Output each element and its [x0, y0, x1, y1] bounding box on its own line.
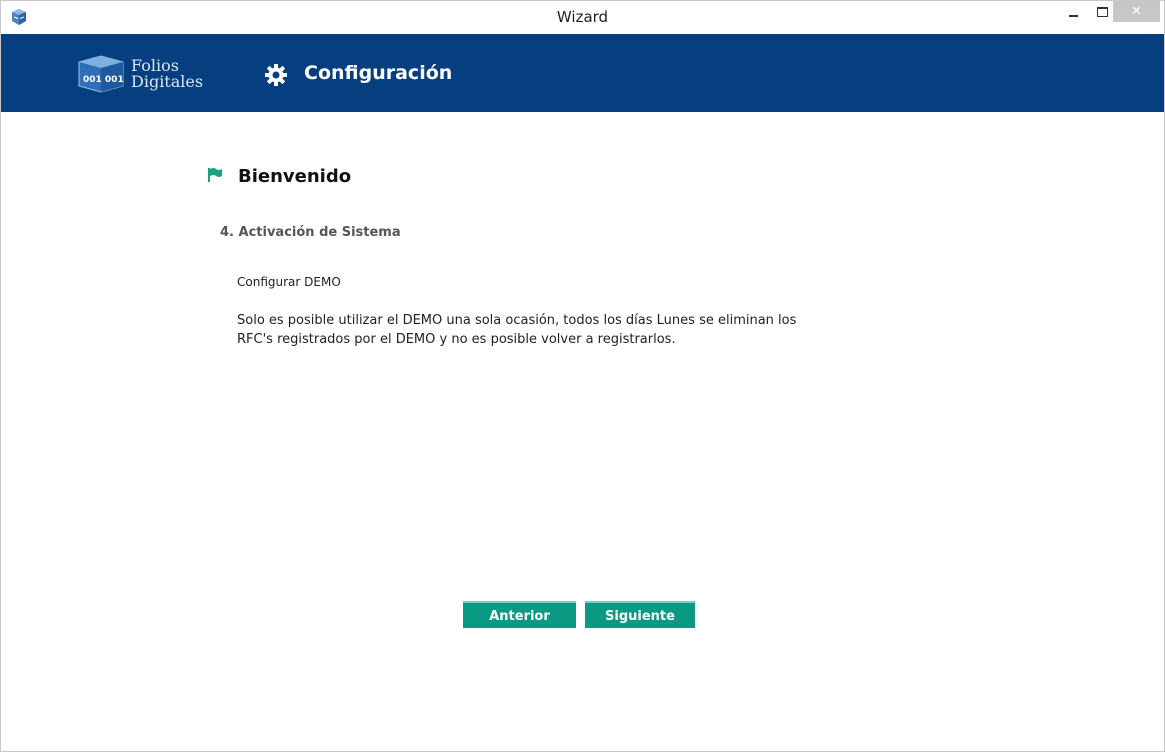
flag-icon — [207, 167, 223, 183]
logo-box-icon: 001 001 — [75, 54, 127, 94]
maximize-button[interactable] — [1089, 1, 1115, 22]
welcome-title: Bienvenido — [238, 166, 352, 187]
header-bar: 001 001 Folios Digitales Configuración — [1, 34, 1164, 112]
minimize-button[interactable] — [1060, 1, 1086, 22]
previous-button[interactable]: Anterior — [463, 601, 576, 628]
next-button[interactable]: Siguiente — [585, 601, 695, 628]
step-subtitle: Configurar DEMO — [237, 275, 341, 289]
window-title: Wizard — [556, 8, 609, 26]
title-bar[interactable]: Wizard ✕ — [1, 1, 1164, 33]
logo-text-line2: Digitales — [131, 72, 204, 91]
wizard-window: Wizard ✕ 001 001 Folios Digitales Config… — [0, 0, 1165, 752]
folios-digitales-logo: 001 001 Folios Digitales — [75, 52, 235, 98]
step-title: 4. Activación de Sistema — [220, 225, 401, 240]
gear-icon — [265, 64, 287, 86]
header-title: Configuración — [304, 62, 453, 84]
svg-text:001 001: 001 001 — [83, 75, 124, 85]
close-icon: ✕ — [1131, 4, 1142, 19]
step-description: Solo es posible utilizar el DEMO una sol… — [237, 313, 797, 347]
close-button[interactable]: ✕ — [1113, 1, 1160, 22]
